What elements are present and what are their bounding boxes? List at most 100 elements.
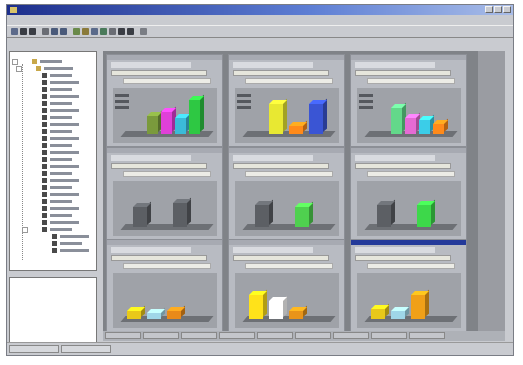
dimension-select[interactable] (233, 70, 329, 76)
chart-panel[interactable] (350, 239, 467, 332)
chart-bar[interactable] (147, 307, 165, 319)
tree-item[interactable] (10, 184, 96, 191)
tree-item[interactable] (10, 240, 96, 247)
minimize-button[interactable] (485, 6, 493, 13)
tree-item[interactable] (10, 128, 96, 135)
panel-tab-1[interactable] (105, 332, 141, 339)
measure-select[interactable] (245, 78, 333, 84)
tree-item[interactable] (10, 100, 96, 107)
chart-bar[interactable] (371, 303, 389, 319)
tree-item[interactable] (10, 58, 96, 65)
chart-bar[interactable] (433, 118, 448, 134)
panel-tab-7[interactable] (333, 332, 369, 339)
chart-bar[interactable] (255, 199, 273, 227)
panel-title-bar[interactable] (229, 148, 344, 153)
dimension-select[interactable] (111, 255, 207, 261)
tree-item[interactable] (10, 142, 96, 149)
print-icon[interactable] (42, 28, 49, 35)
measure-select[interactable] (123, 171, 211, 177)
chart-bar[interactable] (391, 102, 406, 134)
help-icon[interactable] (140, 28, 147, 35)
tree-item[interactable] (10, 72, 96, 79)
save-icon[interactable] (29, 28, 36, 35)
dimension-select[interactable] (355, 70, 451, 76)
chart-bar[interactable] (189, 94, 204, 134)
panel-tab-2[interactable] (143, 332, 179, 339)
chart-bar[interactable] (127, 305, 145, 319)
chart-bar[interactable] (147, 110, 162, 134)
maximize-button[interactable] (494, 6, 502, 13)
dimension-select[interactable] (355, 163, 451, 169)
forward-icon[interactable] (100, 28, 107, 35)
panel-tab-6[interactable] (295, 332, 331, 339)
chart-bar[interactable] (175, 112, 190, 134)
dimension-select[interactable] (233, 163, 329, 169)
panel-title-bar[interactable] (351, 55, 466, 60)
chart-bar[interactable] (289, 305, 307, 319)
tree-item[interactable] (10, 233, 96, 240)
panel-tab-4[interactable] (219, 332, 255, 339)
tree-item[interactable] (10, 219, 96, 226)
chart-bar[interactable] (289, 120, 307, 134)
chart-bar[interactable] (417, 199, 435, 227)
chart-bar[interactable] (133, 201, 151, 227)
new-icon[interactable] (11, 28, 18, 35)
chart-panel[interactable] (106, 147, 223, 240)
tree-item[interactable] (10, 247, 96, 254)
dimension-select[interactable] (111, 70, 207, 76)
navigation-tree[interactable] (9, 51, 97, 271)
copy-icon[interactable] (60, 28, 67, 35)
panel-tab-8[interactable] (371, 332, 407, 339)
measure-select[interactable] (123, 78, 211, 84)
measure-select[interactable] (367, 171, 455, 177)
refresh-icon[interactable] (73, 28, 80, 35)
chart-bar[interactable] (173, 197, 191, 227)
tree-item[interactable] (10, 226, 96, 233)
panel-title-bar[interactable] (107, 148, 222, 153)
panel-title-bar[interactable] (229, 55, 344, 60)
dimension-select[interactable] (111, 163, 207, 169)
tree-item[interactable] (10, 198, 96, 205)
measure-select[interactable] (245, 171, 333, 177)
tree-item[interactable] (10, 93, 96, 100)
tree-item[interactable] (10, 65, 96, 72)
chart-bar[interactable] (411, 289, 429, 319)
chart-panel[interactable] (228, 239, 345, 332)
dimension-select[interactable] (355, 255, 451, 261)
panel-title-bar[interactable] (351, 240, 466, 245)
measure-select[interactable] (123, 263, 211, 269)
back-icon[interactable] (109, 28, 116, 35)
tree-item[interactable] (10, 177, 96, 184)
tree-item[interactable] (10, 163, 96, 170)
panel-title-bar[interactable] (107, 240, 222, 245)
panel-title-bar[interactable] (229, 240, 344, 245)
dimension-select[interactable] (233, 255, 329, 261)
status-tab-1[interactable] (9, 345, 59, 353)
status-tab-2[interactable] (61, 345, 111, 353)
tree-item[interactable] (10, 205, 96, 212)
chart-panel[interactable] (350, 147, 467, 240)
filter-icon[interactable] (118, 28, 125, 35)
measure-select[interactable] (245, 263, 333, 269)
panel-title-bar[interactable] (351, 148, 466, 153)
tree-item[interactable] (10, 156, 96, 163)
chart-bar[interactable] (377, 199, 395, 227)
tree-item[interactable] (10, 135, 96, 142)
chart-panel[interactable] (106, 54, 223, 147)
tree-item[interactable] (10, 212, 96, 219)
vertical-scrollbar[interactable] (478, 51, 505, 331)
panel-tab-5[interactable] (257, 332, 293, 339)
chart-bar[interactable] (391, 305, 409, 319)
title-bar[interactable] (7, 5, 513, 15)
chart-bar[interactable] (309, 98, 327, 134)
tree-item[interactable] (10, 170, 96, 177)
chart-bar[interactable] (167, 305, 185, 319)
chart-bar[interactable] (405, 112, 420, 134)
measure-select[interactable] (367, 78, 455, 84)
panel-tab-3[interactable] (181, 332, 217, 339)
chart-bar[interactable] (161, 106, 176, 134)
tree-item[interactable] (10, 114, 96, 121)
chart-icon[interactable] (82, 28, 89, 35)
chart-panel[interactable] (228, 147, 345, 240)
tree-item[interactable] (10, 121, 96, 128)
